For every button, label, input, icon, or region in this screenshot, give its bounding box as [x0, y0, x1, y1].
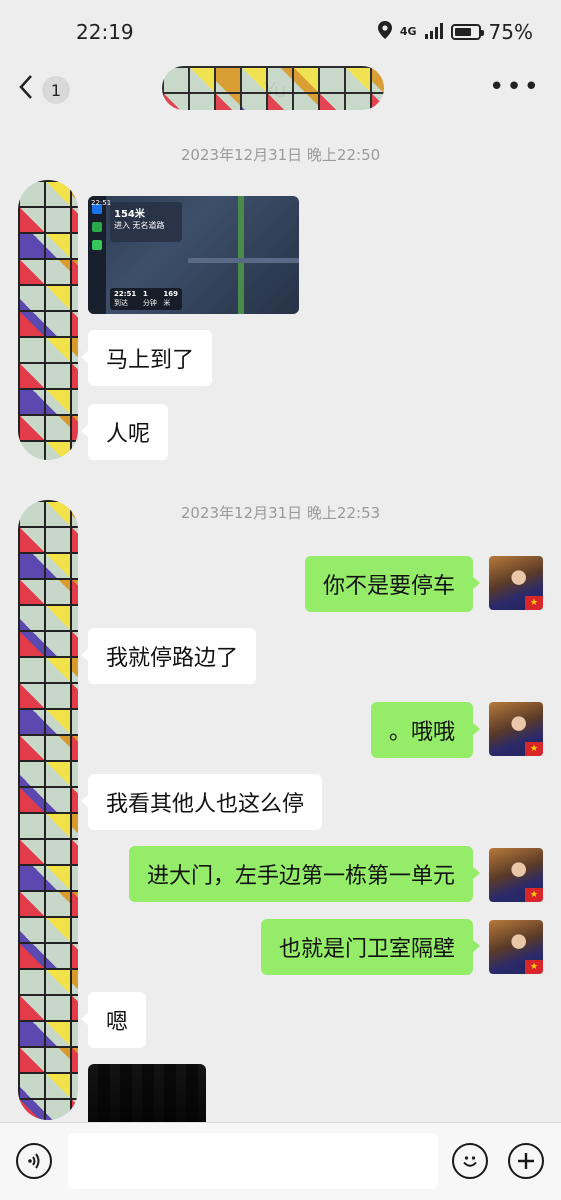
chat-header: 1 Yu •••: [0, 64, 561, 116]
message-bubble-out[interactable]: 也就是门卫室隔壁: [260, 919, 481, 975]
signal-icon: [424, 20, 443, 44]
back-button[interactable]: 1: [18, 74, 78, 106]
flag-icon: ★: [525, 742, 543, 756]
location-icon: [377, 20, 392, 44]
avatar[interactable]: ★: [489, 848, 543, 902]
battery-percent: 75%: [488, 20, 533, 44]
nav-distance: 154米: [114, 209, 145, 220]
message-bubble-out[interactable]: 进大门，左手边第一栋第一单元: [128, 846, 481, 902]
unread-count-badge: 1: [42, 76, 70, 104]
timestamp: 2023年12月31日 晚上22:53: [180, 504, 381, 522]
flag-icon: ★: [525, 888, 543, 902]
avatar[interactable]: [18, 180, 78, 460]
nav-route-line: [238, 196, 244, 314]
avatar[interactable]: ★: [489, 702, 543, 756]
message-bubble-out[interactable]: 。哦哦: [370, 702, 481, 758]
status-bar: 22:19 4G 75%: [0, 0, 561, 64]
nav-time: 22:51: [91, 199, 112, 207]
avatar[interactable]: [18, 500, 78, 1120]
nav-eta-label: 到达: [114, 299, 128, 307]
photo-message-image[interactable]: [88, 1064, 206, 1122]
status-time: 22:19: [76, 20, 134, 44]
battery-icon: [450, 24, 484, 40]
avatar[interactable]: ★: [489, 556, 543, 610]
message-bubble-in[interactable]: 我看其他人也这么停: [80, 774, 323, 830]
nav-road: [188, 258, 299, 263]
network-label: 4G: [399, 25, 417, 38]
message-bubble-in[interactable]: 马上到了: [80, 330, 213, 386]
more-icon[interactable]: •••: [489, 72, 541, 102]
timestamp: 2023年12月31日 晚上22:50: [180, 146, 381, 164]
avatar[interactable]: ★: [489, 920, 543, 974]
message-bubble-in[interactable]: 嗯: [80, 992, 147, 1048]
nav-eta-time: 22:51: [114, 290, 137, 298]
message-bubble-in[interactable]: 人呢: [80, 404, 169, 460]
emoji-icon[interactable]: [452, 1143, 488, 1179]
nav-meters: 169: [163, 290, 178, 298]
redaction-mosaic: [162, 66, 384, 110]
input-bar: [0, 1122, 561, 1200]
nav-minutes-label: 分钟: [142, 299, 157, 307]
voice-icon[interactable]: [16, 1143, 52, 1179]
nav-eta-panel: 22:51 到达 1 分钟 169 米: [110, 288, 182, 310]
flag-icon: ★: [525, 596, 543, 610]
message-bubble-in[interactable]: 我就停路边了: [80, 628, 257, 684]
flag-icon: ★: [525, 960, 543, 974]
message-bubble-out[interactable]: 你不是要停车: [304, 556, 481, 612]
back-arrow-icon: [18, 73, 34, 108]
nav-sidebar: [88, 196, 106, 314]
nav-road-name: 进入 无名道路: [114, 221, 165, 230]
nav-instruction-card: 154米 进入 无名道路: [110, 202, 182, 242]
phone-app-icon: [92, 240, 102, 250]
nav-meters-label: 米: [163, 299, 171, 307]
status-icons: 4G 75%: [377, 20, 533, 44]
message-input[interactable]: [68, 1133, 438, 1189]
messages-app-icon: [92, 222, 102, 232]
navigation-screenshot-image[interactable]: 22:51 154米 进入 无名道路 22:51 到达 1 分钟 169 米: [88, 196, 299, 314]
nav-minutes: 1: [142, 290, 148, 298]
plus-icon[interactable]: [508, 1143, 544, 1179]
